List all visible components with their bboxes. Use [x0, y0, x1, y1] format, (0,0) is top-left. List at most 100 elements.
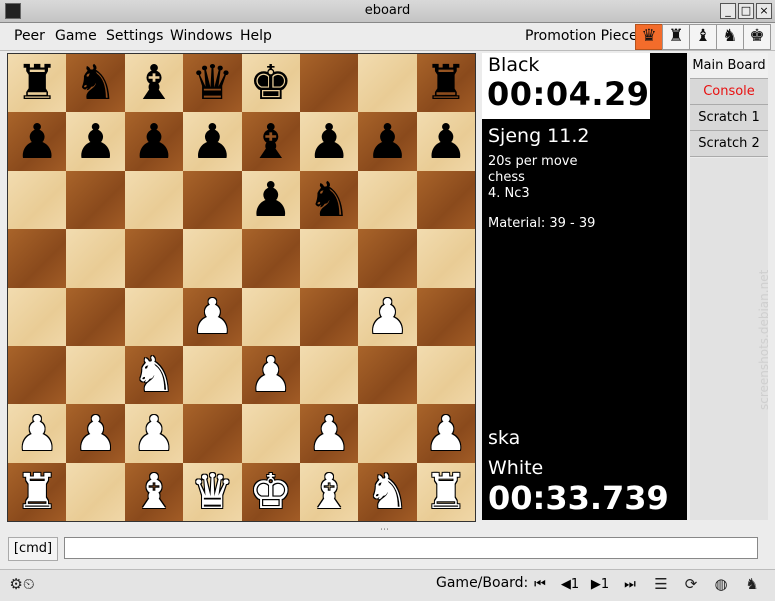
nav-last-button[interactable]: ⏭ [616, 574, 644, 596]
square-b1[interactable] [66, 462, 125, 522]
menu-help[interactable]: Help [240, 28, 272, 44]
network-clock-icon[interactable]: ⚙⏲ [8, 574, 36, 594]
square-f2[interactable]: ♟ [299, 404, 359, 463]
promote-rook-button[interactable]: ♜ [662, 24, 690, 50]
square-c7[interactable]: ♟ [124, 112, 184, 171]
square-h8[interactable]: ♜ [416, 54, 476, 113]
square-h1[interactable]: ♜ [416, 462, 476, 522]
flip-board-icon[interactable]: ⟳ [680, 574, 702, 594]
chess-board[interactable]: ♜ ♞ ♝ ♛ ♚ ♜ ♟ ♟ ♟ ♟ ♝ ♟ ♟ ♟ ♟ ♞ ♟ ♟ ♞ ♟ ♟ ♟ ♟ ♟ ♟ ♜ ♝ ♛ ♚ ♝ ♞ ♜ [7, 53, 476, 522]
square-b3[interactable] [66, 345, 125, 405]
square-d4[interactable]: ♟ [183, 287, 242, 346]
black-pawn-piece[interactable]: ♟ [424, 118, 467, 166]
command-input[interactable] [64, 537, 758, 559]
white-rook-piece[interactable]: ♜ [16, 468, 59, 516]
white-pawn-piece[interactable]: ♟ [132, 410, 175, 458]
square-c2[interactable]: ♟ [124, 404, 184, 463]
square-e1[interactable]: ♚ [241, 462, 300, 522]
sound-icon[interactable]: ◍ [710, 574, 732, 594]
black-knight-piece[interactable]: ♞ [308, 176, 351, 224]
square-c1[interactable]: ♝ [124, 462, 184, 522]
square-f8[interactable] [299, 54, 359, 113]
black-pawn-piece[interactable]: ♟ [191, 118, 234, 166]
tab-scratch-2[interactable]: Scratch 2 [690, 131, 768, 157]
square-b5[interactable] [66, 229, 125, 288]
white-pawn-piece[interactable]: ♟ [424, 410, 467, 458]
square-d1[interactable]: ♛ [183, 462, 242, 522]
promote-knight-button[interactable]: ♞ [716, 24, 744, 50]
menu-windows[interactable]: Windows [170, 28, 233, 44]
square-e8[interactable]: ♚ [241, 54, 300, 113]
board-settings-icon[interactable]: ♞ [740, 574, 764, 594]
square-d2[interactable] [183, 404, 242, 463]
square-b4[interactable] [66, 287, 125, 346]
black-pawn-piece[interactable]: ♟ [366, 118, 409, 166]
square-g3[interactable] [358, 345, 417, 405]
menu-settings[interactable]: Settings [106, 28, 163, 44]
black-pawn-piece[interactable]: ♟ [74, 118, 117, 166]
square-a2[interactable]: ♟ [8, 404, 67, 463]
square-b6[interactable] [66, 170, 125, 230]
black-pawn-piece[interactable]: ♟ [132, 118, 175, 166]
black-queen-piece[interactable]: ♛ [191, 59, 234, 107]
tab-scratch-1[interactable]: Scratch 1 [690, 105, 768, 131]
square-h7[interactable]: ♟ [416, 112, 476, 171]
square-h6[interactable] [416, 170, 476, 230]
tab-main-board[interactable]: Main Board [690, 53, 768, 79]
square-c8[interactable]: ♝ [124, 54, 184, 113]
square-e3[interactable]: ♟ [241, 345, 300, 405]
square-e6[interactable]: ♟ [241, 170, 300, 230]
square-d7[interactable]: ♟ [183, 112, 242, 171]
square-e7[interactable]: ♝ [241, 112, 300, 171]
nav-first-button[interactable]: ⏮ [526, 574, 554, 596]
square-h2[interactable]: ♟ [416, 404, 476, 463]
square-f7[interactable]: ♟ [299, 112, 359, 171]
square-a3[interactable] [8, 345, 67, 405]
square-g4[interactable]: ♟ [358, 287, 417, 346]
white-pawn-piece[interactable]: ♟ [249, 351, 292, 399]
square-c4[interactable] [124, 287, 184, 346]
white-pawn-piece[interactable]: ♟ [191, 293, 234, 341]
white-pawn-piece[interactable]: ♟ [16, 410, 59, 458]
square-g8[interactable] [358, 54, 417, 113]
square-g7[interactable]: ♟ [358, 112, 417, 171]
black-rook-piece[interactable]: ♜ [424, 59, 467, 107]
square-g2[interactable] [358, 404, 417, 463]
square-f1[interactable]: ♝ [299, 462, 359, 522]
white-knight-piece[interactable]: ♞ [132, 351, 175, 399]
promote-bishop-button[interactable]: ♝ [689, 24, 717, 50]
square-d3[interactable] [183, 345, 242, 405]
black-pawn-piece[interactable]: ♟ [308, 118, 351, 166]
square-b2[interactable]: ♟ [66, 404, 125, 463]
square-a1[interactable]: ♜ [8, 462, 67, 522]
square-f5[interactable] [299, 229, 359, 288]
minimize-button[interactable]: _ [720, 3, 736, 19]
promote-queen-button[interactable]: ♛ [635, 24, 663, 50]
white-rook-piece[interactable]: ♜ [424, 468, 467, 516]
splitter-handle[interactable]: ⋯ [380, 525, 389, 535]
white-knight-piece[interactable]: ♞ [366, 468, 409, 516]
square-a6[interactable] [8, 170, 67, 230]
maximize-button[interactable]: □ [738, 3, 754, 19]
square-d6[interactable] [183, 170, 242, 230]
square-e2[interactable] [241, 404, 300, 463]
black-rook-piece[interactable]: ♜ [16, 59, 59, 107]
white-king-piece[interactable]: ♚ [249, 468, 292, 516]
square-d5[interactable] [183, 229, 242, 288]
move-list-icon[interactable]: ☰ [650, 574, 672, 594]
cmd-label[interactable]: [cmd] [8, 537, 58, 561]
square-d8[interactable]: ♛ [183, 54, 242, 113]
black-pawn-piece[interactable]: ♟ [249, 176, 292, 224]
square-c6[interactable] [124, 170, 184, 230]
white-bishop-piece[interactable]: ♝ [308, 468, 351, 516]
black-knight-piece[interactable]: ♞ [74, 59, 117, 107]
square-a5[interactable] [8, 229, 67, 288]
square-g1[interactable]: ♞ [358, 462, 417, 522]
square-a7[interactable]: ♟ [8, 112, 67, 171]
white-queen-piece[interactable]: ♛ [191, 468, 234, 516]
close-button[interactable]: × [756, 3, 772, 19]
square-h5[interactable] [416, 229, 476, 288]
nav-back-button[interactable]: ◀1 [556, 574, 584, 596]
black-pawn-piece[interactable]: ♟ [16, 118, 59, 166]
square-f6[interactable]: ♞ [299, 170, 359, 230]
